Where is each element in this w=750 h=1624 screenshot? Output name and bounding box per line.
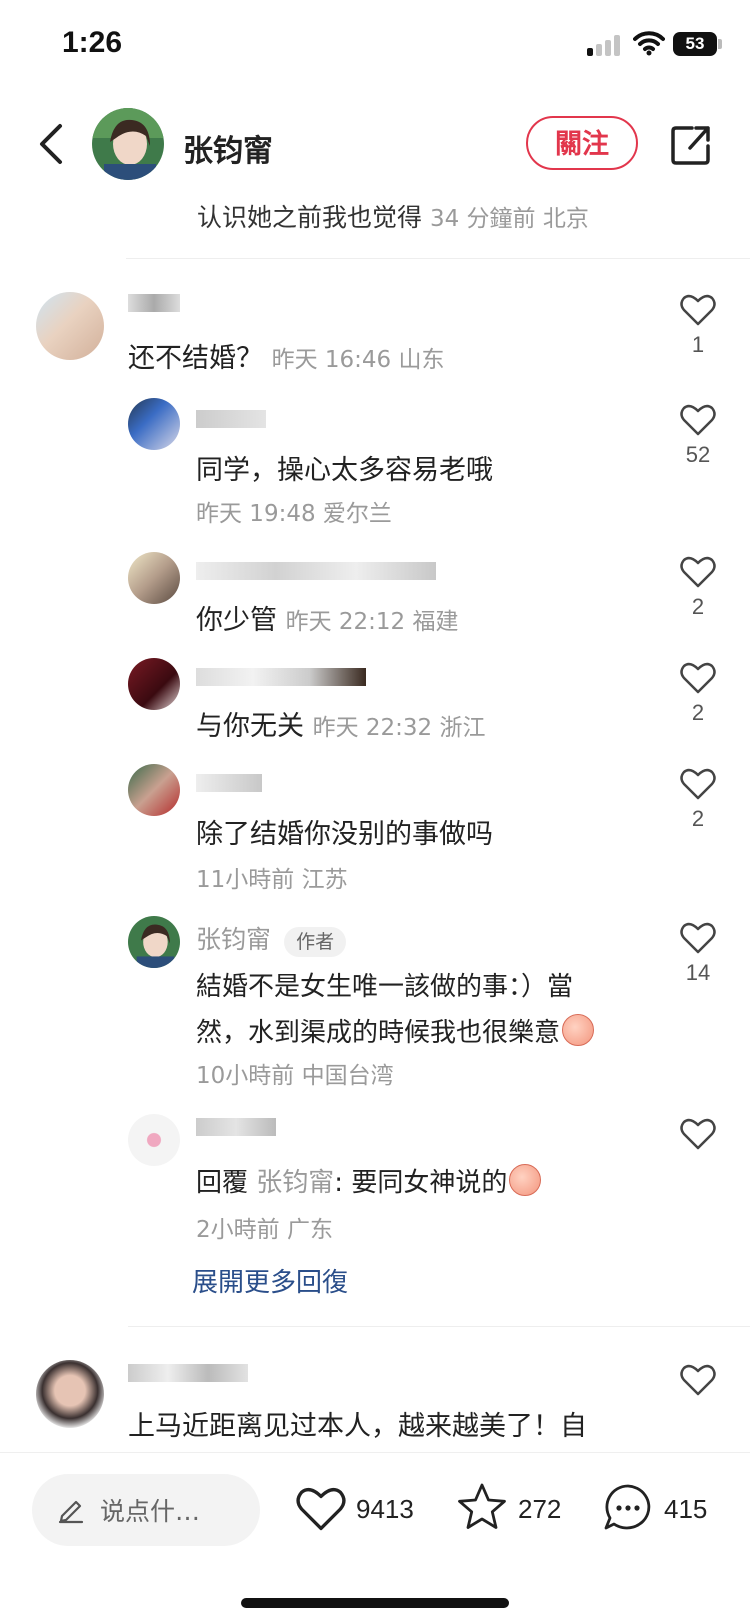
pen-icon: [58, 1500, 84, 1524]
reply-meta: 昨天 22:12 福建: [285, 609, 459, 635]
heart-icon: [680, 404, 716, 436]
heart-icon: [680, 294, 716, 326]
like-button[interactable]: 52: [676, 404, 720, 468]
username-blurred[interactable]: [196, 668, 366, 686]
home-indicator[interactable]: [241, 1598, 509, 1608]
username-blurred[interactable]: [196, 410, 266, 428]
like-post-button[interactable]: 9413: [296, 1480, 436, 1540]
reply-text: 同学，操心太多容易老哦: [196, 455, 493, 486]
like-button[interactable]: [676, 1118, 720, 1150]
username-blurred[interactable]: [196, 774, 262, 792]
like-button[interactable]: 14: [676, 922, 720, 986]
avatar[interactable]: [128, 1114, 180, 1166]
like-count: 2: [691, 594, 705, 619]
like-button[interactable]: [676, 1364, 720, 1396]
author-tag: 作者: [284, 927, 347, 957]
username-blurred[interactable]: [128, 1364, 248, 1382]
comment-input-placeholder[interactable]: 说点什…: [100, 1492, 200, 1528]
username-blurred[interactable]: [196, 1118, 276, 1136]
avatar[interactable]: [128, 764, 180, 816]
mention-link[interactable]: 张钧甯: [256, 1168, 334, 1198]
bottom-separator: [0, 1452, 750, 1453]
favorite-button[interactable]: 272: [456, 1478, 586, 1538]
reply-text: 与你无关 昨天 22:32 浙江: [196, 711, 486, 742]
reply-text: 回覆 张钧甯: 要同女神说的: [196, 1162, 542, 1199]
previous-comment-meta: 34 分鐘前 北京: [429, 206, 589, 232]
back-arrow-icon[interactable]: [34, 122, 70, 166]
reply-meta: 昨天 22:32 浙江: [312, 715, 486, 741]
reply-meta: 10小時前 中国台湾: [196, 1063, 394, 1089]
username-blurred[interactable]: [196, 562, 436, 580]
like-button[interactable]: 2: [676, 662, 720, 726]
signal-icon: [587, 34, 623, 56]
status-time: 1:26: [62, 26, 123, 59]
share-icon[interactable]: [670, 124, 712, 166]
like-button[interactable]: 2: [676, 768, 720, 832]
comments-button[interactable]: 415: [602, 1478, 722, 1538]
peach-emoji-icon: [509, 1164, 542, 1196]
comment-count: 415: [664, 1494, 708, 1524]
like-button[interactable]: 1: [676, 294, 720, 358]
heart-icon: [296, 1488, 346, 1531]
avatar[interactable]: [128, 916, 180, 968]
like-button[interactable]: 2: [676, 556, 720, 620]
comment-text: 上马近距离见过本人，越来越美了！自: [128, 1411, 587, 1442]
heart-icon: [680, 768, 716, 800]
battery-tip: [718, 39, 722, 49]
comment-meta: 昨天 16:46 山东: [271, 347, 445, 373]
reply-text: 除了结婚你没别的事做吗: [196, 819, 493, 850]
wifi-icon: [633, 31, 665, 56]
expand-more-replies[interactable]: 展開更多回復: [192, 1262, 348, 1299]
avatar[interactable]: [36, 292, 104, 360]
avatar[interactable]: [36, 1360, 104, 1428]
reply-meta: 2小時前 广东: [196, 1217, 333, 1243]
like-count: 2: [691, 806, 705, 831]
divider: [128, 1326, 750, 1327]
username-blurred[interactable]: [128, 294, 180, 312]
reply-text: 你少管 昨天 22:12 福建: [196, 605, 459, 636]
previous-comment: 认识她之前我也觉得 34 分鐘前 北京: [197, 198, 589, 234]
comment-text: 还不结婚？ 昨天 16:46 山东: [128, 343, 445, 374]
author-avatar[interactable]: [92, 108, 164, 180]
comment-bubble-icon: [604, 1484, 651, 1530]
like-count: 1: [691, 332, 705, 357]
follow-button[interactable]: 關注: [526, 116, 638, 170]
avatar[interactable]: [128, 398, 180, 450]
avatar[interactable]: [128, 658, 180, 710]
author-name[interactable]: 张钧甯: [183, 126, 273, 170]
like-count: 9413: [356, 1494, 414, 1524]
favorite-count: 272: [518, 1494, 562, 1524]
like-count: 14: [685, 960, 711, 985]
heart-icon: [680, 662, 716, 694]
divider: [126, 258, 750, 259]
battery-icon: 53: [673, 32, 717, 56]
heart-icon: [680, 922, 716, 954]
peach-emoji-icon: [562, 1014, 595, 1046]
avatar[interactable]: [128, 552, 180, 604]
previous-comment-text: 认识她之前我也觉得: [197, 203, 423, 232]
author-reply-header: 张钧甯 作者: [196, 920, 347, 957]
reply-meta: 昨天 19:48 爱尔兰: [196, 501, 392, 527]
like-count: 52: [685, 442, 711, 467]
heart-icon: [680, 556, 716, 588]
heart-icon: [680, 1364, 716, 1396]
like-count: 2: [691, 700, 705, 725]
heart-icon: [680, 1118, 716, 1150]
reply-author-name[interactable]: 张钧甯: [196, 925, 271, 954]
reply-text: 結婚不是女生唯一該做的事：）當 然，水到渠成的時候我也很樂意: [196, 964, 636, 1056]
reply-meta: 11小時前 江苏: [196, 867, 348, 893]
star-icon: [458, 1483, 506, 1529]
